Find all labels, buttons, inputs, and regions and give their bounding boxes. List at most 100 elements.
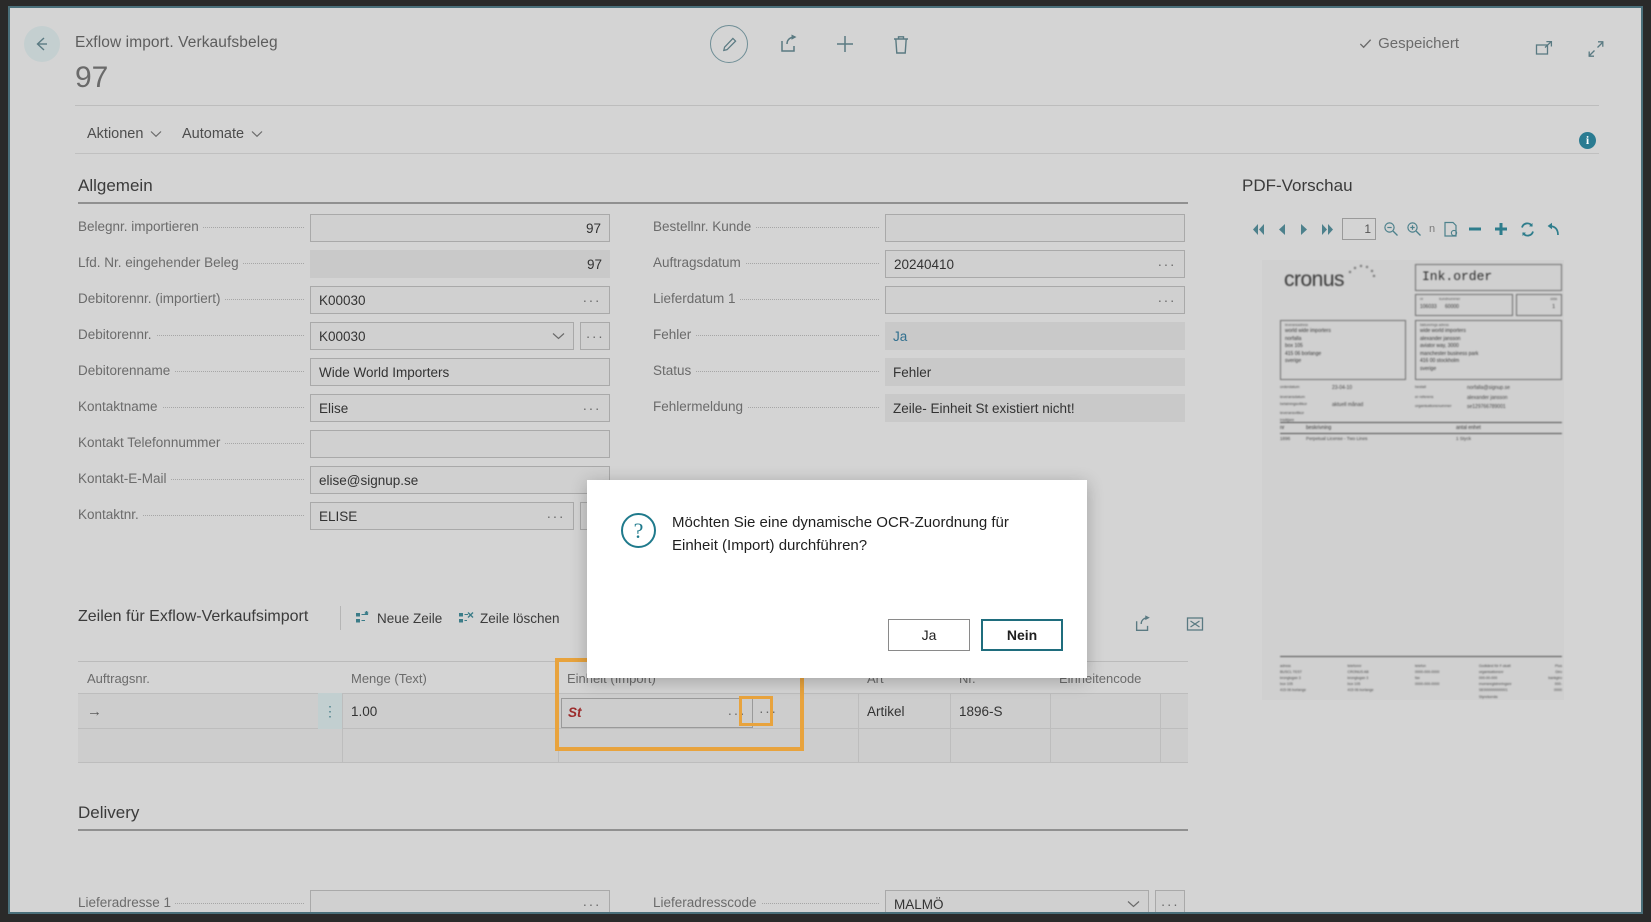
form-field: FehlermeldungZeile- Einheit St existiert…: [653, 394, 1185, 422]
zoom-in-button[interactable]: [1402, 215, 1425, 243]
assist-edit-button[interactable]: ···: [1155, 890, 1185, 914]
field-input[interactable]: ···: [310, 890, 610, 914]
pdf-toolbar: 1 n: [1247, 215, 1566, 243]
grid-column-separator: [950, 729, 951, 763]
pdf-text-line: sverige: [1285, 358, 1405, 366]
assist-edit-icon[interactable]: ···: [1154, 256, 1177, 272]
pdf-meta-value: se129766789001: [1467, 403, 1506, 413]
menu-automate[interactable]: Automate: [182, 126, 263, 142]
check-icon: [1358, 36, 1373, 51]
field-input[interactable]: elise@signup.se: [310, 466, 610, 494]
field-value: K00030: [319, 293, 579, 308]
assist-edit-icon[interactable]: ···: [579, 896, 602, 912]
grid-column-header[interactable]: Menge (Text): [342, 663, 558, 693]
info-badge[interactable]: i: [1579, 132, 1596, 149]
einheit-import-value: St: [568, 705, 724, 720]
field-input[interactable]: Ja: [885, 322, 1185, 350]
open-in-excel-button[interactable]: [1180, 609, 1210, 639]
grid-cell-einheitencode[interactable]: [1050, 693, 1160, 729]
grid-cell-menge-text[interactable]: 1.00: [342, 693, 558, 729]
next-page-icon: [1298, 223, 1311, 236]
table-row[interactable]: [78, 729, 1188, 763]
rotate-left-button[interactable]: [1540, 215, 1566, 243]
grid-column-separator: [1050, 693, 1051, 729]
edit-button[interactable]: [710, 25, 748, 63]
field-label: Kontakt Telefonnummer: [78, 435, 224, 450]
assist-edit-button[interactable]: ···: [580, 322, 610, 350]
assist-edit-icon[interactable]: ···: [543, 508, 566, 524]
field-input[interactable]: 20240410···: [885, 250, 1185, 278]
field-input[interactable]: ···: [885, 286, 1185, 314]
field-input[interactable]: Elise···: [310, 394, 610, 422]
pdf-text-line: aviator way, 3000: [1420, 343, 1561, 351]
previous-page-button[interactable]: [1270, 215, 1293, 243]
form-field: Debitorennr. K00030···: [78, 322, 610, 350]
einheit-import-lookup-icon[interactable]: ···: [759, 703, 778, 719]
new-line-button[interactable]: Neue Zeile: [355, 610, 442, 626]
last-page-button[interactable]: [1316, 215, 1339, 243]
chevron-down-icon[interactable]: [1123, 897, 1140, 911]
field-input[interactable]: Fehler: [885, 358, 1185, 386]
field-input[interactable]: [310, 430, 610, 458]
assist-edit-icon[interactable]: ···: [579, 292, 602, 308]
assist-edit-icon[interactable]: ···: [579, 400, 602, 416]
menu-aktionen[interactable]: Aktionen: [87, 126, 162, 142]
field-input[interactable]: Wide World Importers: [310, 358, 610, 386]
dialog-no-button[interactable]: Nein: [981, 619, 1063, 651]
einheit-import-assist-icon[interactable]: ···: [724, 705, 747, 721]
field-label: Debitorennr.: [78, 327, 156, 342]
zoom-increase-button[interactable]: [1488, 215, 1514, 243]
field-input[interactable]: K00030···: [310, 286, 610, 314]
field-input[interactable]: 97: [310, 250, 610, 278]
section-rule-delivery: [78, 829, 1188, 831]
grid-column-separator: [342, 729, 343, 763]
pencil-icon: [720, 35, 739, 54]
form-field: Bestellnr. Kunde: [653, 214, 1185, 242]
chevron-down-icon[interactable]: [548, 329, 565, 343]
pdf-meta-label: leveransvillkor: [1280, 410, 1332, 417]
pdf-page-input[interactable]: 1: [1342, 218, 1376, 240]
grid-cell-nr[interactable]: 1896-S: [950, 693, 1050, 729]
field-value: Ja: [893, 329, 1177, 344]
dialog-buttons: Ja Nein: [888, 619, 1063, 651]
grid-column-header[interactable]: Auftragsnr.: [78, 663, 342, 693]
zoom-out-button[interactable]: [1379, 215, 1402, 243]
pdf-right-meta: bestallnorfalla@signup.seer referensalex…: [1415, 384, 1565, 413]
dialog-yes-button[interactable]: Ja: [888, 619, 970, 651]
assist-edit-icon[interactable]: ···: [1154, 292, 1177, 308]
field-input[interactable]: ELISE···: [310, 502, 574, 530]
collapse-button[interactable]: [1581, 34, 1611, 64]
grid-cell-einheit-import[interactable]: St······: [558, 693, 858, 729]
field-label: Kontakt-E-Mail: [78, 471, 171, 486]
share-button[interactable]: [774, 29, 804, 59]
field-input[interactable]: MALMÖ: [885, 890, 1149, 914]
field-input[interactable]: 97: [310, 214, 610, 242]
pdf-doc-type: Ink.order: [1416, 265, 1561, 284]
grid-cell-art[interactable]: Artikel: [858, 693, 950, 729]
back-button[interactable]: [24, 26, 60, 62]
field-input[interactable]: [885, 214, 1185, 242]
pdf-document-page[interactable]: cronus Ink.order nr kundnummer 106033 60…: [1262, 260, 1564, 700]
lines-share-button[interactable]: [1128, 609, 1158, 639]
delete-button[interactable]: [886, 29, 916, 59]
field-input[interactable]: Zeile- Einheit St existiert nicht!: [885, 394, 1185, 422]
share-icon: [1133, 614, 1153, 634]
new-button[interactable]: [830, 29, 860, 59]
minus-icon: [1467, 221, 1483, 237]
einheit-import-input[interactable]: St···: [561, 698, 753, 728]
first-page-button[interactable]: [1247, 215, 1270, 243]
open-new-window-button[interactable]: [1529, 34, 1559, 64]
fit-page-button[interactable]: [1439, 215, 1462, 243]
next-page-button[interactable]: [1293, 215, 1316, 243]
grid-cell-auftragsnr[interactable]: [78, 693, 342, 729]
pdf-text-line: world wide importers: [1285, 328, 1405, 336]
field-input[interactable]: K00030: [310, 322, 574, 350]
field-label: Debitorenname: [78, 363, 174, 378]
form-field: Lieferadresse 1···: [78, 890, 610, 914]
saved-status[interactable]: Gespeichert: [1358, 35, 1459, 52]
grid-column-separator: [1160, 729, 1161, 763]
refresh-button[interactable]: [1514, 215, 1540, 243]
delete-line-button[interactable]: Zeile löschen: [458, 610, 560, 626]
pdf-meta-label: betalningsvillkor: [1280, 401, 1332, 411]
zoom-decrease-button[interactable]: [1462, 215, 1488, 243]
